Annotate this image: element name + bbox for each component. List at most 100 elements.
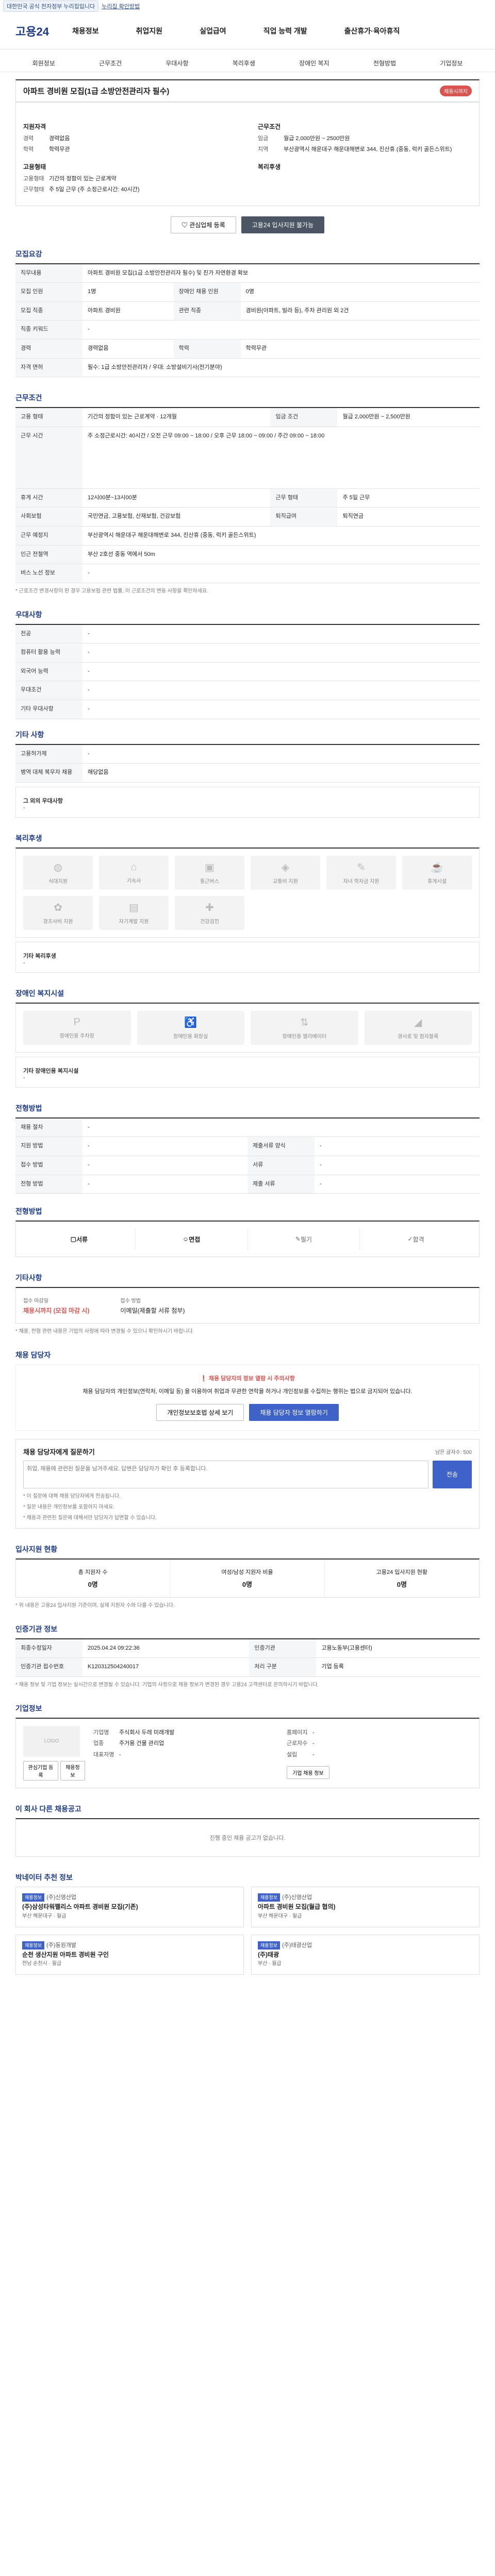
send-button[interactable]: 전송 bbox=[432, 1460, 472, 1488]
section-title: 이 회사 다른 채용공고 bbox=[15, 1804, 81, 1813]
recommend-card[interactable]: 채용정보 (주)신영산업 (주)삼성타워팰리스 아파트 경비원 모집(기존) 부산 해… bbox=[15, 1886, 244, 1927]
value: 월급 2,000만원 ~ 2,500만원 bbox=[337, 408, 480, 427]
value: 해당없음 bbox=[82, 763, 480, 783]
tab-process[interactable]: 전형방법 bbox=[373, 59, 396, 67]
menu-jobs[interactable]: 채용정보 bbox=[72, 26, 99, 36]
benefit-item: ◈ 교통비 지원 bbox=[251, 855, 320, 890]
step-pass: ✓ 합격 bbox=[360, 1229, 472, 1249]
section-title: 박네이터 추천 정보 bbox=[15, 1873, 73, 1882]
value: - bbox=[82, 744, 480, 764]
bus-icon: ▣ bbox=[205, 861, 214, 873]
value: - bbox=[312, 1740, 315, 1747]
benefit-item: ▣ 통근버스 bbox=[175, 855, 244, 890]
label: 총 지원자 수 bbox=[78, 1569, 108, 1575]
tab-pref[interactable]: 우대사항 bbox=[166, 59, 188, 67]
recommend-card[interactable]: 채용정보 (주)동원개발 순천 생산지원 아파트 경비원 구인 전남 순천시 · 월급 bbox=[15, 1934, 244, 1975]
tab-company[interactable]: 기업정보 bbox=[440, 59, 463, 67]
label: 휴게 시간 bbox=[15, 488, 82, 508]
label: 버스 노선 정보 bbox=[15, 564, 82, 583]
privacy-alert: ❗ 채용 담당자의 정보 열람 시 주의사항 채용 담당자의 개인정보(연락처,… bbox=[15, 1364, 480, 1431]
pref-extra: 그 외의 우대사항 - bbox=[15, 786, 480, 818]
value: - bbox=[23, 804, 25, 811]
question-input[interactable] bbox=[23, 1460, 428, 1488]
job-title: 아파트 경비원 모집(1급 소방안전관리자 필수) bbox=[23, 87, 170, 96]
transport-icon: ◈ bbox=[281, 861, 290, 873]
gov-verify-link[interactable]: 누리집 확인방법 bbox=[102, 2, 140, 10]
qual-title: 지원자격 bbox=[23, 123, 46, 130]
qa-note: * 질문 내용은 개인정보를 포함하지 마세요. bbox=[23, 1504, 114, 1510]
recommend-card[interactable]: 채용정보 (주)태광산업 (주)태광 부산 · 월급 bbox=[251, 1934, 480, 1975]
menu-leave[interactable]: 출산휴가·육아휴직 bbox=[344, 26, 400, 36]
label: 근로자수 bbox=[287, 1740, 308, 1747]
pref-section: 우대사항 전공 - 컴퓨터 활용 능력 - 외국어 능력 - 우대조건 - 기타 우대사… bbox=[15, 609, 480, 818]
value: - bbox=[82, 643, 480, 663]
parking-icon: P bbox=[73, 1016, 80, 1028]
contact-section: 채용 담당자 ❗ 채용 담당자의 정보 열람 시 주의사항 채용 담당자의 개인… bbox=[15, 1350, 480, 1529]
value: - bbox=[82, 320, 480, 340]
apply-button[interactable]: 고용24 입사지원 불가능 bbox=[241, 216, 325, 233]
label: 직무내용 bbox=[15, 263, 82, 283]
label: 접수 방법 bbox=[15, 1156, 82, 1175]
ramp-icon: ◢ bbox=[414, 1016, 422, 1028]
label: 모집 인원 bbox=[15, 282, 82, 302]
check-icon: ✓ bbox=[407, 1235, 413, 1243]
label: 통근버스 bbox=[200, 878, 219, 885]
label: 근무 시간 bbox=[15, 427, 82, 489]
company: (주)신영산업 bbox=[46, 1894, 77, 1901]
value: 부산 2호선 중동 역에서 50m bbox=[82, 545, 480, 565]
step-interview: ☺ 면접 bbox=[136, 1229, 248, 1250]
label: 홈페이지 bbox=[287, 1729, 308, 1736]
label: 장애인용 엘리베이터 bbox=[282, 1033, 327, 1040]
value: 주 5일 근무 bbox=[337, 488, 480, 508]
company: (주)신영산업 bbox=[282, 1894, 312, 1901]
menu-training[interactable]: 직업 능력 개발 bbox=[263, 26, 307, 36]
meta: 부산 · 월급 bbox=[258, 1961, 282, 1967]
site-logo[interactable]: 고용24 bbox=[15, 23, 72, 39]
label: 모집 직종 bbox=[15, 301, 82, 321]
privacy-detail-button[interactable]: 개인정보보호법 상세 보기 bbox=[156, 1403, 244, 1421]
tab-benefit[interactable]: 복리후생 bbox=[233, 59, 255, 67]
label: 기타 복리후생 bbox=[23, 953, 56, 959]
value: 경력없음 bbox=[82, 339, 174, 359]
subsection-title: 전형방법 bbox=[15, 1207, 42, 1216]
label: 임금 조건 bbox=[270, 408, 338, 427]
company-detail-button[interactable]: 기업 채용 정보 bbox=[287, 1766, 329, 1779]
view-contact-button[interactable]: 채용 담당자 정보 열람하기 bbox=[249, 1403, 339, 1421]
label: 지역 bbox=[258, 146, 269, 153]
follow-company-button[interactable]: 관심기업 등록 bbox=[23, 1760, 58, 1781]
qa-note: * 이 질문에 대해 채용 담당자에게 전송됩니다. bbox=[23, 1493, 121, 1499]
deadline-value: 채용시까지 (모집 마감 시) bbox=[23, 1307, 90, 1315]
stat-online: 고용24 입사지원 현황 0명 bbox=[325, 1560, 479, 1597]
value: 12시00분~13시00분 bbox=[82, 488, 271, 508]
menu-support[interactable]: 취업지원 bbox=[136, 26, 163, 36]
label: 전공 bbox=[15, 624, 82, 644]
stats-section: 입사지원 현황 총 지원자 수 0명 여성/남성 지원자 비율 0명 고용24 입사… bbox=[15, 1544, 480, 1608]
gift-icon: ✿ bbox=[54, 902, 62, 913]
label: 인근 전철역 bbox=[15, 545, 82, 565]
section-title: 기타사항 bbox=[15, 1274, 42, 1282]
label: 인증기관 접수번호 bbox=[15, 1657, 82, 1677]
value: 이메일(제출할 서류 첨부) bbox=[120, 1307, 185, 1315]
label: 인증기관 bbox=[249, 1638, 317, 1658]
recommend-card[interactable]: 채용정보 (주)신영산업 아파트 경비원 모집(월급 협의) 부산 해운대구 · 월급 bbox=[251, 1886, 480, 1927]
others-section: 이 회사 다른 채용공고 진행 중인 채용 공고가 없습니다. bbox=[15, 1804, 480, 1857]
label: 여성/남성 지원자 비율 bbox=[221, 1569, 273, 1575]
company-jobs-button[interactable]: 채용정보 bbox=[60, 1760, 85, 1781]
favorite-button[interactable]: ♡ 관심업체 등록 bbox=[170, 216, 236, 233]
disab-item: P 장애인용 주차장 bbox=[23, 1010, 131, 1045]
tab-disab[interactable]: 장애인 복지 bbox=[299, 59, 329, 67]
alert-title: 채용 담당자의 정보 열람 시 주의사항 bbox=[208, 1376, 295, 1382]
doc-icon: ▢ bbox=[70, 1235, 76, 1243]
empty-message: 진행 중인 채용 공고가 없습니다. bbox=[15, 1818, 480, 1857]
value: K120312504240017 bbox=[82, 1657, 250, 1677]
tab-member[interactable]: 회원정보 bbox=[32, 59, 55, 67]
label: 경력 bbox=[23, 135, 34, 142]
label: 대표자명 bbox=[93, 1751, 114, 1758]
card-title: (주)삼성타워팰리스 아파트 경비원 모집(기존) bbox=[22, 1903, 138, 1911]
menu-unemployment[interactable]: 실업급여 bbox=[200, 26, 226, 36]
value: 부산광역시 해운대구 해운대해변로 344, 진산휴 (중동, 럭키 골든스위트… bbox=[82, 526, 480, 546]
benefit-item: ✿ 경조사비 지원 bbox=[23, 895, 93, 930]
value: 0명 bbox=[240, 282, 480, 302]
tab-work[interactable]: 근무조건 bbox=[99, 59, 122, 67]
dorm-icon: ⌂ bbox=[130, 861, 137, 873]
